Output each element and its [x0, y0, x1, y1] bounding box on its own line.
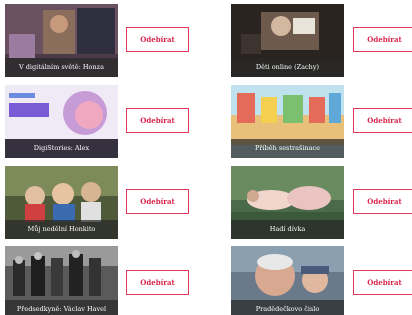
- show-title: Pradědečkovo čislo: [231, 300, 344, 315]
- show-title: Děti online (Zachy): [231, 58, 344, 77]
- subscribe-button[interactable]: Odebírat: [353, 27, 412, 52]
- subscribe-button[interactable]: Odebírat: [353, 189, 412, 214]
- show-title: Můj nedělní Honkito: [5, 220, 118, 239]
- show-card-4[interactable]: Příběh sestrašinace: [231, 85, 344, 158]
- show-title: DigiStories: Alex: [5, 139, 118, 158]
- show-card-8[interactable]: Pradědečkovo čislo: [231, 246, 344, 315]
- subscribe-button[interactable]: Odebírat: [353, 108, 412, 133]
- show-card-7[interactable]: Předsedkyně: Václav Havel: [5, 246, 118, 315]
- subscribe-button[interactable]: Odebírat: [126, 270, 189, 295]
- show-title: V digitálním světě: Honza: [5, 58, 118, 77]
- subscribe-button[interactable]: Odebírat: [126, 27, 189, 52]
- show-card-3[interactable]: DigiStories: Alex: [5, 85, 118, 158]
- show-card-2[interactable]: Děti online (Zachy): [231, 4, 344, 77]
- show-card-6[interactable]: Hadí dívka: [231, 166, 344, 239]
- show-title: Příběh sestrašinace: [231, 139, 344, 158]
- subscribe-button[interactable]: Odebírat: [353, 270, 412, 295]
- show-card-1[interactable]: V digitálním světě: Honza: [5, 4, 118, 77]
- subscribe-button[interactable]: Odebírat: [126, 189, 189, 214]
- show-title: Předsedkyně: Václav Havel: [5, 300, 118, 315]
- subscribe-button[interactable]: Odebírat: [126, 108, 189, 133]
- show-title: Hadí dívka: [231, 220, 344, 239]
- show-card-5[interactable]: Můj nedělní Honkito: [5, 166, 118, 239]
